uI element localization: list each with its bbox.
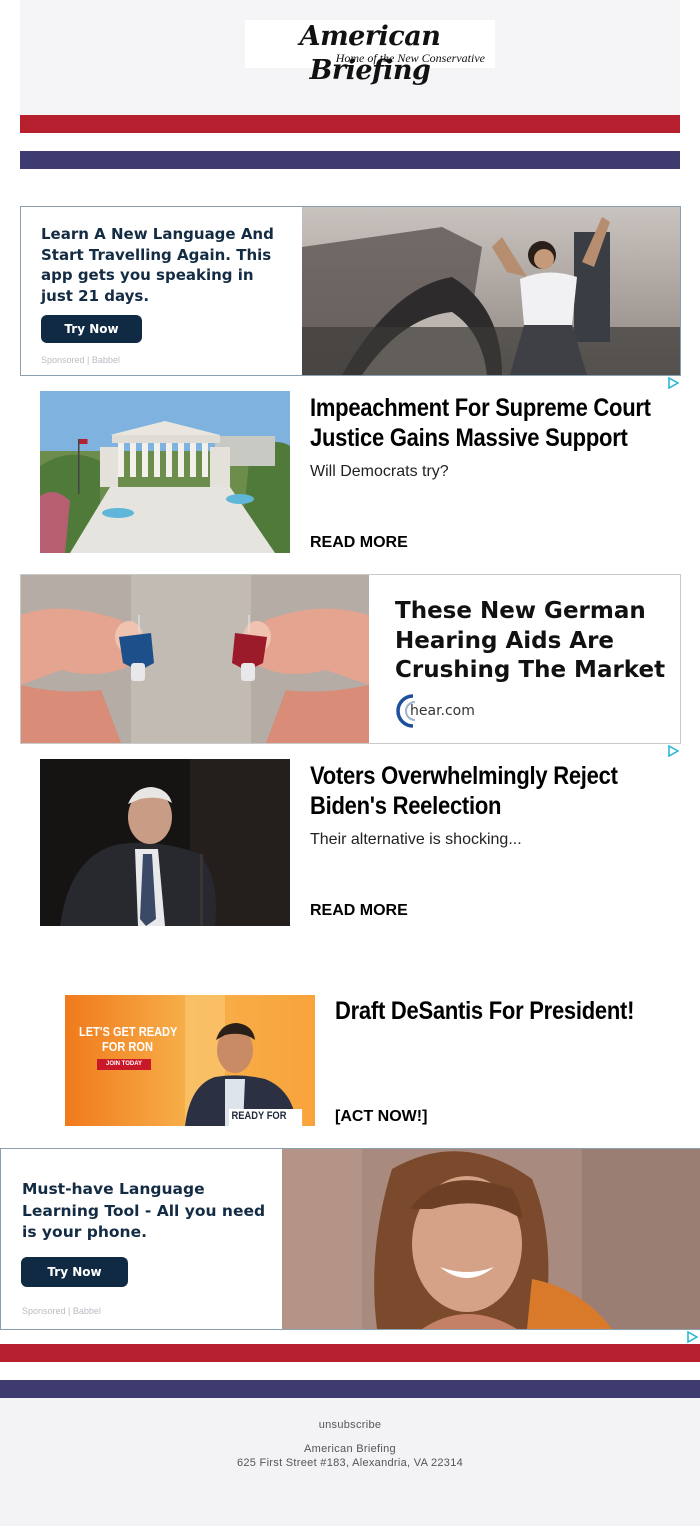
hear-com-logo: hear.com [395, 693, 505, 729]
adchoices-icon[interactable] [667, 745, 679, 757]
hearing-aids-photo [21, 575, 369, 743]
act-now-link[interactable]: [ACT NOW!] [335, 1108, 427, 1126]
ad-babbel-travel[interactable]: Learn A New Language And Start Travellin… [20, 206, 681, 376]
logo[interactable]: American Briefing Home of the New Conser… [245, 20, 495, 86]
header-navy-stripe [20, 151, 680, 169]
article1-headline-wrap: Impeachment For Supreme Court Justice Ga… [310, 393, 700, 453]
hear-com-wordmark: hear.com [410, 703, 475, 719]
supreme-court-photo[interactable] [40, 391, 290, 553]
desantis-promo-image[interactable]: LET'S GET READY FOR RON JOIN TODAY READY… [65, 995, 315, 1126]
promo-text-line2: FOR RON [102, 1039, 153, 1054]
read-more-link[interactable]: READ MORE [310, 534, 408, 552]
adchoices-icon[interactable] [686, 1331, 698, 1343]
promo-text-line1: LET'S GET READY [79, 1024, 178, 1039]
ready-for-ron-badge: READY FOR RON [229, 1109, 303, 1126]
ad-headline: These New German Hearing Aids Are Crushi… [395, 598, 666, 683]
footer: unsubscribe American Briefing 625 First … [0, 1398, 700, 1526]
ad-headline: Learn A New Language And Start Travellin… [41, 225, 274, 305]
biden-photo[interactable] [40, 759, 290, 926]
sponsored-label: Sponsored | Babbel [41, 355, 120, 365]
smiling-woman-photo [282, 1149, 700, 1329]
ad-babbel-phone[interactable]: Must-have Language Learning Tool - All y… [0, 1148, 700, 1330]
adchoices-icon[interactable] [667, 377, 679, 389]
article-headline[interactable]: Draft DeSantis For President! [335, 996, 652, 1026]
try-now-button[interactable]: Try Now [21, 1257, 128, 1287]
article2-headline-wrap: Voters Overwhelmingly Reject Biden's Ree… [310, 761, 700, 821]
footer-org: American Briefing [304, 1443, 396, 1455]
article-headline[interactable]: Voters Overwhelmingly Reject Biden's Ree… [310, 761, 653, 821]
join-today-chip: JOIN TODAY [97, 1059, 151, 1070]
footer-red-stripe [0, 1344, 700, 1362]
logo-tagline: Home of the New Conservative [335, 51, 485, 65]
article3-headline-wrap: Draft DeSantis For President! [335, 996, 695, 1026]
unsubscribe-link[interactable]: unsubscribe [0, 1419, 700, 1431]
woman-eiffel-photo [302, 207, 680, 375]
article-headline[interactable]: Impeachment For Supreme Court Justice Ga… [310, 393, 653, 453]
article-subline: Will Democrats try? [310, 463, 449, 480]
header-red-stripe [20, 115, 680, 133]
footer-navy-stripe [0, 1380, 700, 1398]
ad-hearing-aids[interactable]: These New German Hearing Aids Are Crushi… [20, 574, 681, 744]
footer-address: 625 First Street #183, Alexandria, VA 22… [236, 1457, 464, 1469]
article-subline: Their alternative is shocking... [310, 831, 522, 848]
try-now-button[interactable]: Try Now [41, 315, 142, 343]
header: American Briefing Home of the New Conser… [20, 0, 680, 115]
read-more-link[interactable]: READ MORE [310, 902, 408, 920]
sponsored-label: Sponsored | Babbel [22, 1306, 101, 1316]
ad-headline: Must-have Language Learning Tool - All y… [22, 1180, 266, 1241]
